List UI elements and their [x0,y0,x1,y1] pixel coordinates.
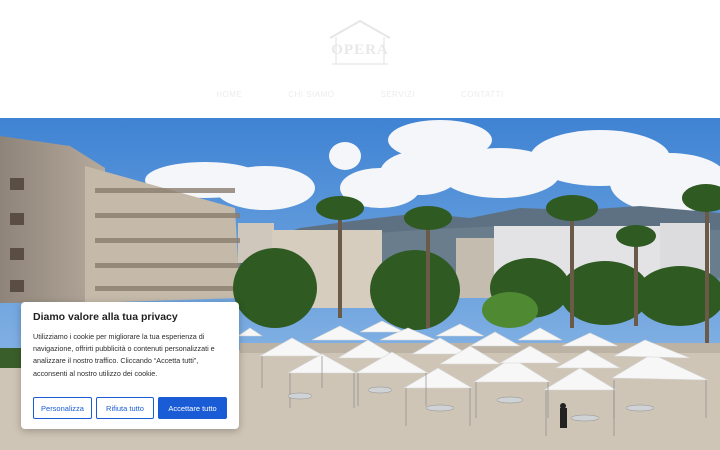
site-header: OPERA Home Chi siamo Servizi Contatti [0,0,720,118]
customize-cookies-button[interactable]: Personalizza [33,397,92,419]
nav-item-home[interactable]: Home [216,90,242,99]
nav-item-about[interactable]: Chi siamo [288,90,334,99]
reject-all-cookies-button[interactable]: Rifiuta tutto [96,397,154,419]
nav-item-services[interactable]: Servizi [380,90,414,99]
site-logo[interactable]: OPERA [322,18,398,66]
cookie-banner-actions: Personalizza Rifiuta tutto Accettare tut… [33,397,227,419]
cookie-banner-text: Utilizziamo i cookie per migliorare la t… [33,332,215,378]
cookie-consent-banner: Diamo valore alla tua privacy Utilizziam… [21,302,239,429]
accept-all-cookies-button[interactable]: Accettare tutto [158,397,227,419]
main-nav: Home Chi siamo Servizi Contatti [0,90,720,99]
logo-text: OPERA [331,42,389,58]
cookie-banner-title: Diamo valore alla tua privacy [33,311,178,323]
nav-item-contacts[interactable]: Contatti [461,90,504,99]
